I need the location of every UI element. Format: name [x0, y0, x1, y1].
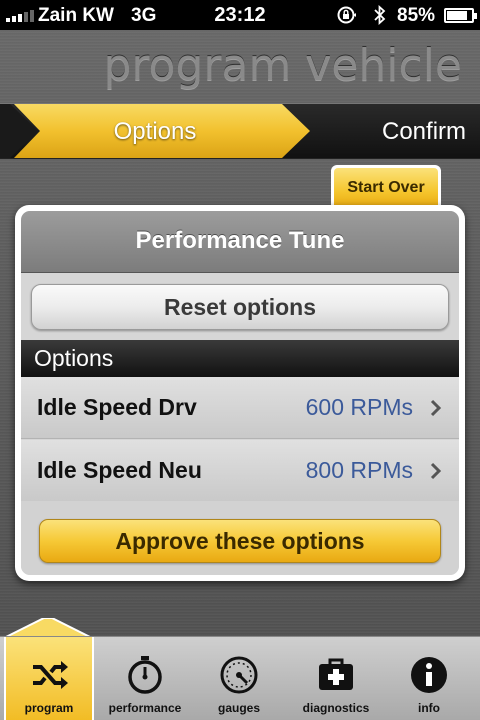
- active-tab-cap: [4, 618, 92, 638]
- step-options-label: Options: [113, 118, 197, 145]
- panel-body: Performance Tune Reset options Options I…: [21, 211, 459, 575]
- reset-options-button[interactable]: Reset options: [31, 284, 449, 330]
- battery-percent: 85%: [397, 5, 436, 26]
- gauge-icon: [220, 656, 258, 694]
- tab-diagnostics[interactable]: diagnostics: [288, 637, 384, 720]
- start-over-label: Start Over: [334, 168, 438, 208]
- option-row-idle-speed-drv[interactable]: Idle Speed Drv 600 RPMs: [21, 377, 459, 439]
- step-options-active[interactable]: Options: [0, 104, 310, 158]
- tab-performance[interactable]: performance: [100, 637, 190, 720]
- option-label: Idle Speed Neu: [37, 457, 202, 483]
- tab-label: program: [24, 701, 74, 715]
- info-icon: [411, 657, 447, 693]
- performance-tune-panel: Performance Tune Reset options Options I…: [15, 205, 465, 581]
- panel-title: Performance Tune: [135, 227, 345, 254]
- tab-gauges[interactable]: gauges: [194, 637, 284, 720]
- status-bar: Zain KW 3G 23:12 85%: [0, 0, 480, 30]
- shuffle-icon: [33, 661, 68, 689]
- tab-label: info: [418, 701, 440, 715]
- chevron-right-icon: [430, 399, 442, 417]
- battery-icon: [444, 8, 477, 23]
- options-section-header: Options: [21, 340, 459, 377]
- tab-info[interactable]: info: [386, 637, 472, 720]
- stopwatch-icon: [128, 656, 162, 694]
- option-value: 600 RPMs: [305, 394, 413, 420]
- step-progress-bar: Options Confirm: [0, 103, 480, 159]
- rotation-lock-icon: [337, 6, 356, 24]
- chevron-right-icon: [430, 462, 442, 480]
- tab-bar: program performance gauges diagnostics i…: [0, 636, 480, 720]
- option-value: 800 RPMs: [305, 457, 413, 483]
- option-row-idle-speed-neu[interactable]: Idle Speed Neu 800 RPMs: [21, 440, 459, 502]
- bluetooth-icon: [374, 5, 386, 25]
- tab-program[interactable]: program: [4, 637, 94, 720]
- option-label: Idle Speed Drv: [37, 394, 197, 420]
- tab-label: gauges: [217, 701, 260, 715]
- page-title: program vehicle: [103, 40, 462, 91]
- tab-label: performance: [108, 701, 182, 715]
- medical-kit-icon: [319, 658, 353, 690]
- start-over-button[interactable]: Start Over: [331, 165, 441, 208]
- tab-label: diagnostics: [302, 701, 370, 715]
- panel-header: Performance Tune: [21, 211, 459, 273]
- step-confirm-label[interactable]: Confirm: [382, 118, 466, 146]
- approve-options-button[interactable]: Approve these options: [39, 519, 441, 563]
